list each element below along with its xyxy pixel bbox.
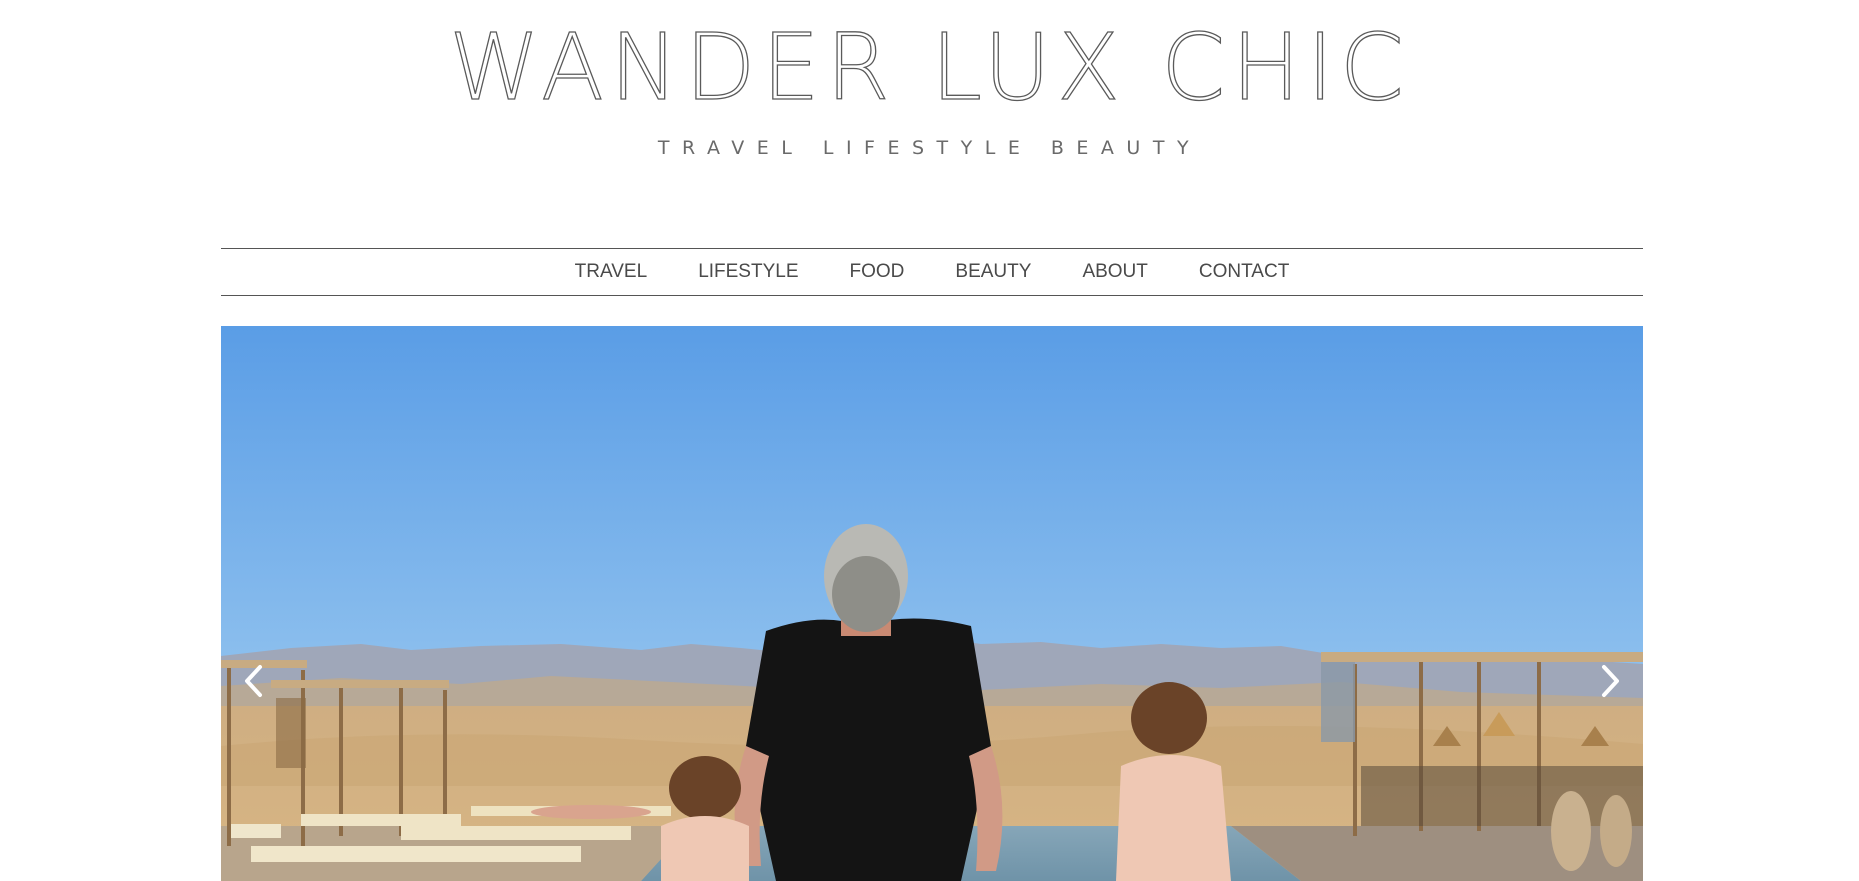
hero-slider (221, 326, 1643, 881)
nav-item-contact[interactable]: CONTACT (1199, 261, 1289, 283)
nav-item-about[interactable]: ABOUT (1082, 261, 1147, 283)
hero-slide-image (221, 326, 1643, 881)
slider-next-button[interactable] (1593, 663, 1629, 699)
site-logo-title[interactable]: WANDER LUX CHIC (0, 21, 1859, 114)
nav-item-food[interactable]: FOOD (850, 261, 905, 283)
site-header: WANDER LUX CHIC TRAVEL LIFESTYLE BEAUTY (0, 0, 1859, 200)
nav-item-beauty[interactable]: BEAUTY (955, 261, 1031, 283)
nav-item-travel[interactable]: TRAVEL (575, 261, 648, 283)
chevron-right-icon (1602, 665, 1619, 697)
nav-item-lifestyle[interactable]: LIFESTYLE (698, 261, 798, 283)
site-tagline: TRAVEL LIFESTYLE BEAUTY (657, 137, 1202, 159)
slider-prev-button[interactable] (235, 663, 271, 699)
chevron-left-icon (245, 665, 262, 697)
main-nav: TRAVEL LIFESTYLE FOOD BEAUTY ABOUT CONTA… (221, 248, 1643, 296)
